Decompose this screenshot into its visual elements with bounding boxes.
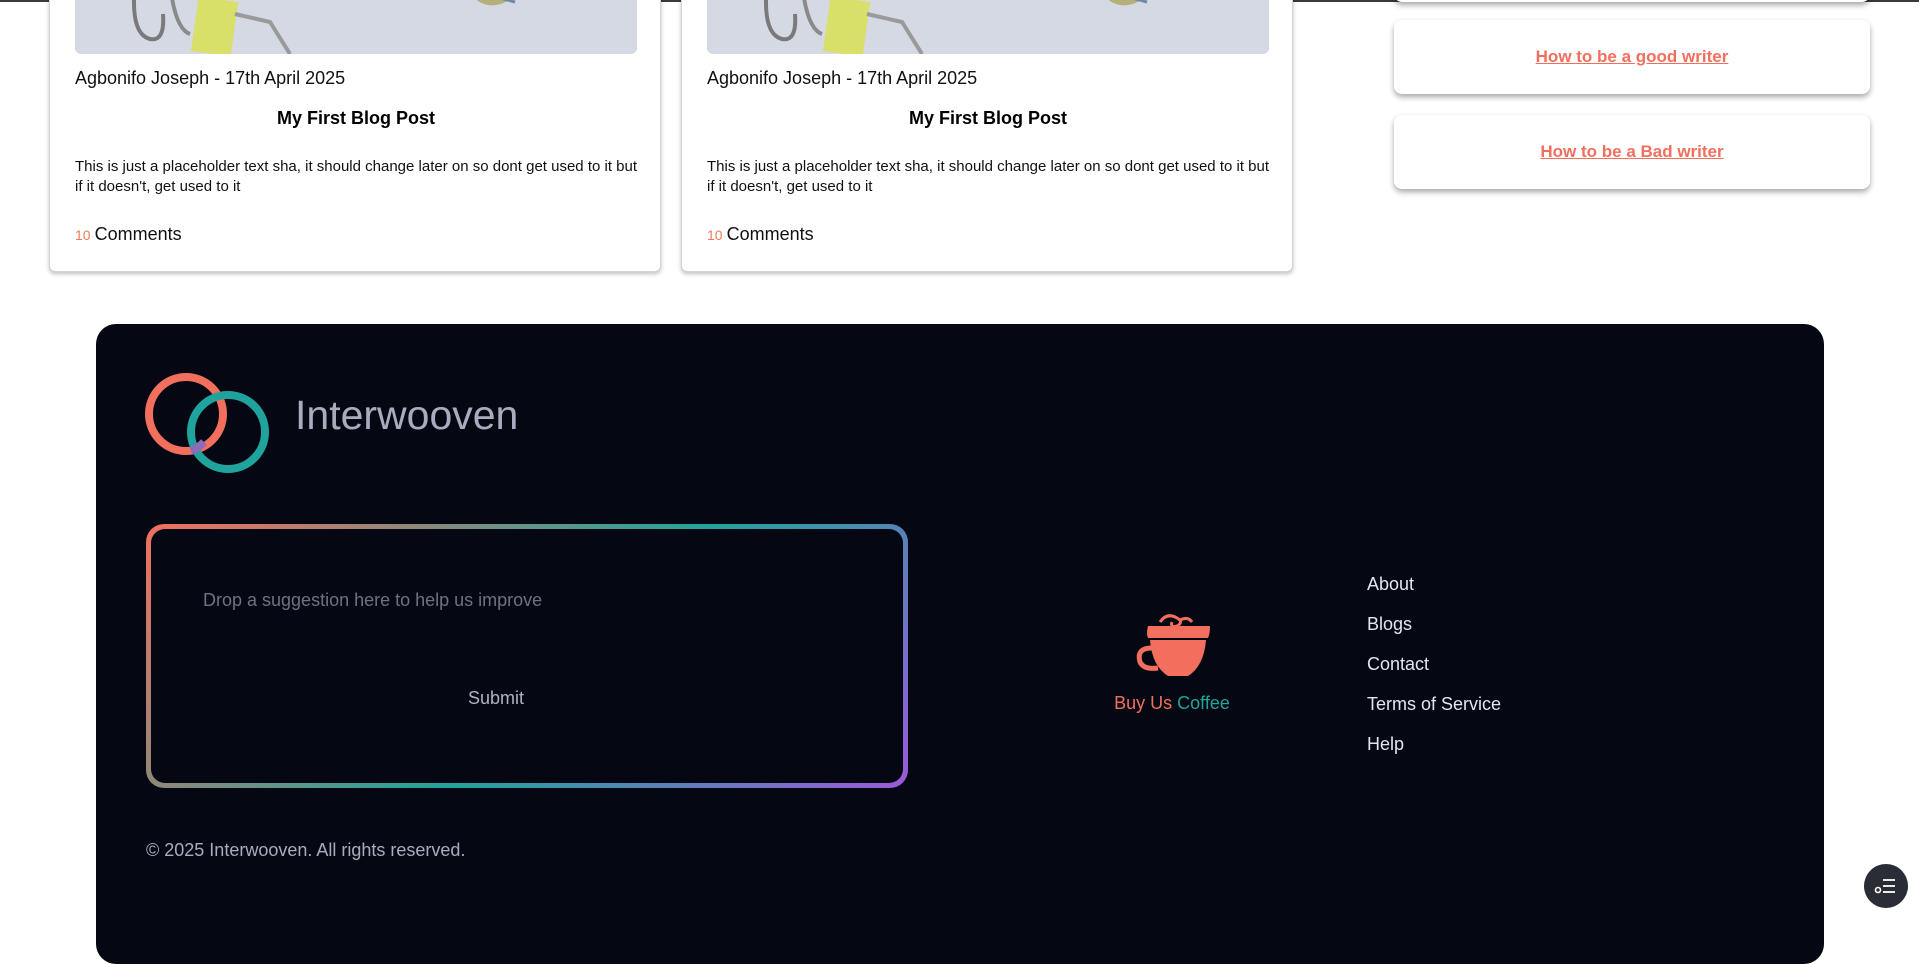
related-post-card[interactable]: How to be a Bad writer xyxy=(1394,115,1870,189)
menu-list-icon xyxy=(1874,879,1895,894)
post-comments[interactable]: 10 Comments xyxy=(707,224,814,245)
post-comments[interactable]: 10 Comments xyxy=(75,224,182,245)
footer: Interwooven Submit Buy Us Coffee About B… xyxy=(96,324,1824,964)
comment-label: Comments xyxy=(94,224,182,244)
suggestion-input[interactable] xyxy=(201,579,805,621)
sidebar-card-partial xyxy=(1394,0,1870,2)
submit-button[interactable]: Submit xyxy=(462,687,530,710)
post-excerpt: This is just a placeholder text sha, it … xyxy=(707,158,1270,195)
floating-menu-button[interactable] xyxy=(1864,864,1908,908)
blog-card[interactable]: Agbonifo Joseph - 17th April 2025 My Fir… xyxy=(681,0,1293,272)
post-excerpt: This is just a placeholder text sha, it … xyxy=(75,158,638,195)
comment-count: 10 xyxy=(707,227,723,243)
post-thumbnail[interactable] xyxy=(707,0,1269,54)
related-post-card[interactable]: How to be a good writer xyxy=(1394,20,1870,94)
footer-link-terms[interactable]: Terms of Service xyxy=(1367,684,1501,724)
post-meta: Agbonifo Joseph - 17th April 2025 xyxy=(707,68,978,88)
footer-link-blogs[interactable]: Blogs xyxy=(1367,604,1501,644)
post-meta: Agbonifo Joseph - 17th April 2025 xyxy=(75,68,346,88)
footer-links: About Blogs Contact Terms of Service Hel… xyxy=(1367,564,1501,764)
coffee-label-part1: Buy Us xyxy=(1114,693,1178,713)
related-post-link-good-writer[interactable]: How to be a good writer xyxy=(1536,47,1729,67)
footer-link-about[interactable]: About xyxy=(1367,564,1501,604)
coffee-label-part2: Coffee xyxy=(1177,693,1230,713)
post-thumbnail[interactable] xyxy=(75,0,637,54)
post-title[interactable]: My First Blog Post xyxy=(707,108,1269,129)
brand-name[interactable]: Interwooven xyxy=(295,392,518,439)
coffee-cup-icon xyxy=(1136,614,1210,676)
buy-coffee-link[interactable]: Buy Us Coffee xyxy=(1092,604,1252,714)
blog-card[interactable]: Agbonifo Joseph - 17th April 2025 My Fir… xyxy=(49,0,661,272)
footer-link-contact[interactable]: Contact xyxy=(1367,644,1501,684)
comment-label: Comments xyxy=(726,224,814,244)
copyright-text: © 2025 Interwooven. All rights reserved. xyxy=(146,840,466,860)
related-post-link-bad-writer[interactable]: How to be a Bad writer xyxy=(1540,142,1723,162)
post-title[interactable]: My First Blog Post xyxy=(75,108,637,129)
suggestion-box: Submit xyxy=(146,524,908,788)
footer-link-help[interactable]: Help xyxy=(1367,724,1501,764)
comment-count: 10 xyxy=(75,227,91,243)
interlocking-rings-icon[interactable] xyxy=(144,372,274,477)
